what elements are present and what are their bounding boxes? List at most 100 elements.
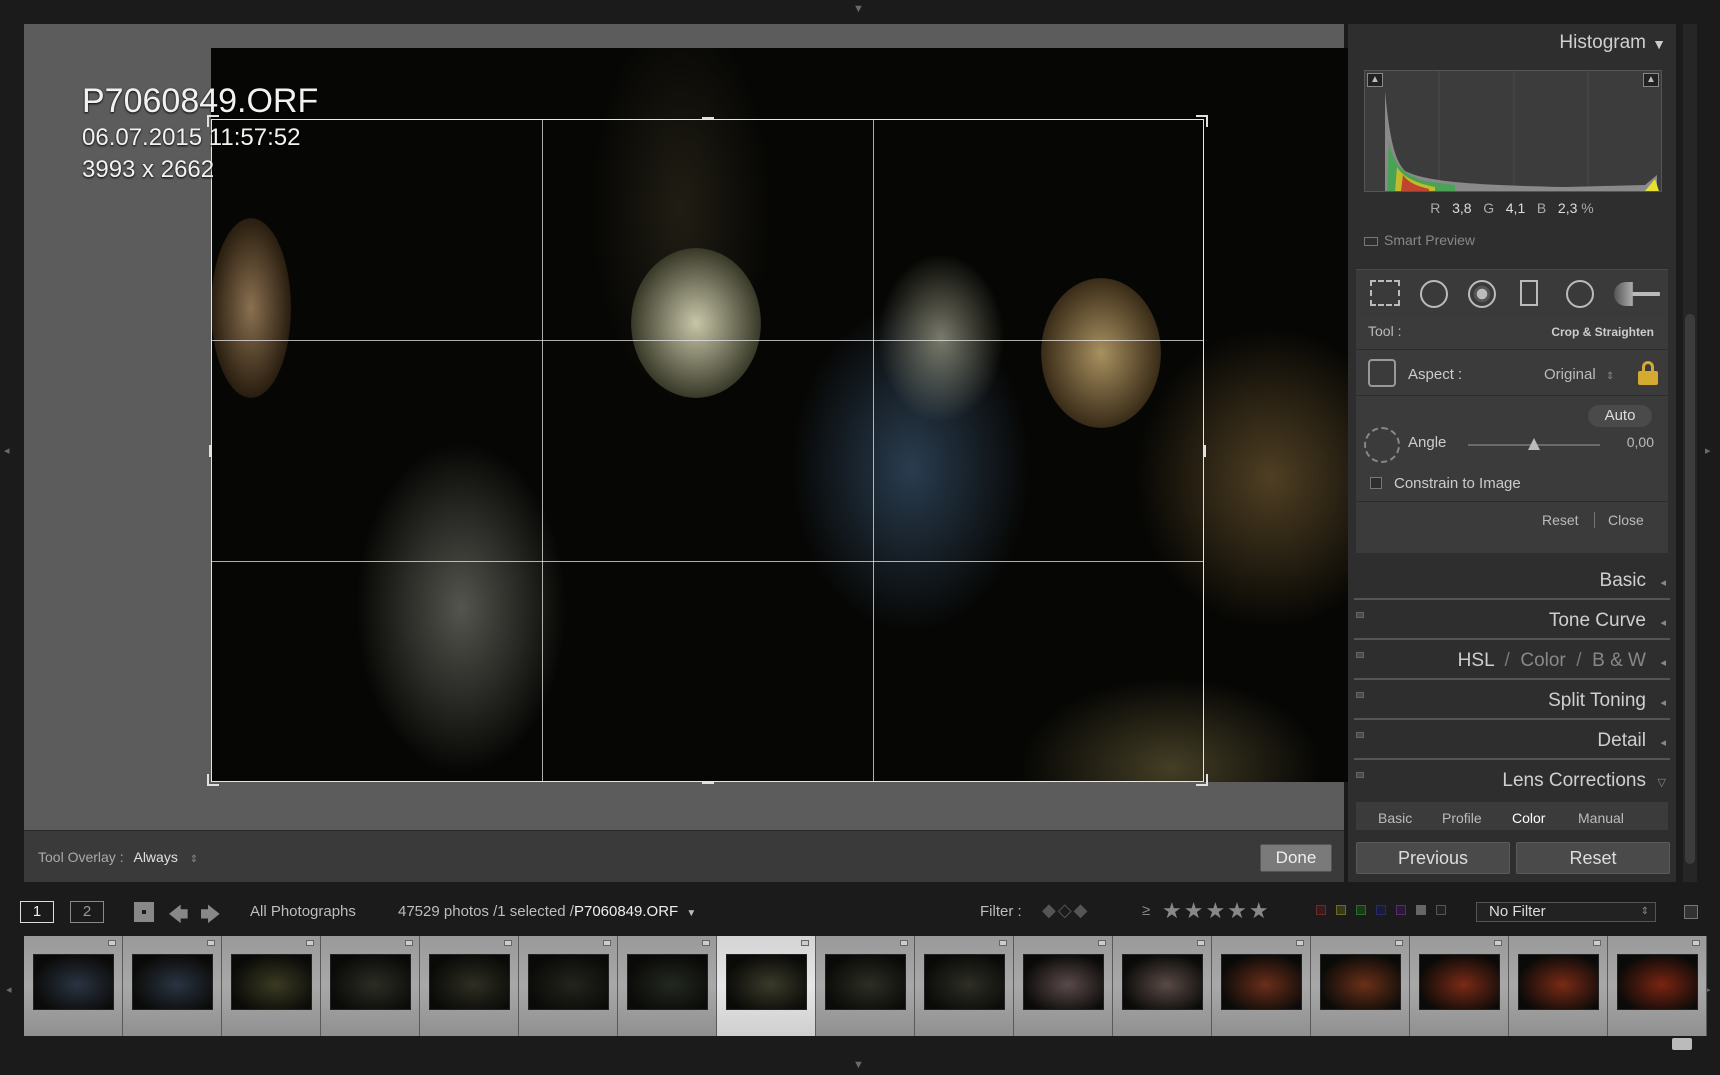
red-eye-icon[interactable]	[1468, 280, 1496, 308]
filmstrip-thumbnail[interactable]	[33, 954, 114, 1010]
expand-triangle-icon[interactable]: ◂	[1660, 736, 1666, 749]
adjustment-brush-icon[interactable]	[1614, 282, 1660, 306]
filmstrip-thumbnail[interactable]	[429, 954, 510, 1010]
filmstrip-cell[interactable]	[222, 936, 321, 1036]
window-1-button[interactable]: 1	[20, 901, 54, 923]
filmstrip[interactable]	[24, 936, 1707, 1036]
filmstrip-cell[interactable]	[123, 936, 222, 1036]
crop-handle-bottom[interactable]	[702, 782, 714, 784]
quick-collection-icon[interactable]	[702, 940, 710, 946]
filmstrip-cell[interactable]	[1608, 936, 1707, 1036]
auto-button[interactable]: Auto	[1588, 405, 1652, 427]
quick-collection-icon[interactable]	[1098, 940, 1106, 946]
filmstrip-cell[interactable]	[1311, 936, 1410, 1036]
crop-reset-button[interactable]: Reset	[1542, 512, 1579, 528]
filmstrip-thumbnail[interactable]	[1221, 954, 1302, 1010]
right-panel-scrollbar[interactable]	[1683, 24, 1697, 882]
crop-handle-bottom-left[interactable]	[207, 774, 219, 786]
window-2-button[interactable]: 2	[70, 901, 104, 923]
lens-tab-profile[interactable]: Profile	[1442, 810, 1482, 826]
quick-collection-icon[interactable]	[1296, 940, 1304, 946]
filmstrip-cell[interactable]	[24, 936, 123, 1036]
filmstrip-cell[interactable]	[816, 936, 915, 1036]
quick-collection-icon[interactable]	[1494, 940, 1502, 946]
expand-triangle-icon[interactable]: ◂	[1660, 616, 1666, 629]
spot-removal-icon[interactable]	[1420, 280, 1448, 308]
filmstrip-thumbnail[interactable]	[726, 954, 807, 1010]
filmstrip-thumbnail[interactable]	[231, 954, 312, 1010]
lock-icon[interactable]	[1638, 361, 1658, 385]
quick-collection-icon[interactable]	[801, 940, 809, 946]
filmstrip-thumbnail[interactable]	[1320, 954, 1401, 1010]
shadow-clipping-icon[interactable]: ▲	[1367, 73, 1383, 87]
filmstrip-cell[interactable]	[1014, 936, 1113, 1036]
crop-frame[interactable]	[207, 115, 1208, 786]
quick-collection-icon[interactable]	[207, 940, 215, 946]
filter-lock-icon[interactable]	[1684, 905, 1698, 919]
quick-collection-icon[interactable]	[900, 940, 908, 946]
filmstrip-thumbnail[interactable]	[330, 954, 411, 1010]
rating-operator[interactable]: ≥	[1142, 902, 1150, 919]
highlight-clipping-icon[interactable]: ▲	[1643, 73, 1659, 87]
color-label-filter[interactable]	[1316, 905, 1456, 917]
custom-label-icon[interactable]	[1416, 905, 1426, 915]
filmstrip-cell[interactable]	[915, 936, 1014, 1036]
star-rating-filter[interactable]: ★★★★★	[1162, 898, 1271, 924]
filmstrip-cell[interactable]	[1509, 936, 1608, 1036]
left-panel-toggle-icon[interactable]: ◂	[4, 446, 10, 457]
back-arrow-icon[interactable]: 🡄	[168, 900, 189, 934]
green-label-icon[interactable]	[1356, 905, 1366, 915]
photo-count-label[interactable]: 47529 photos /1 selected /P7060849.ORF ▼	[398, 903, 696, 920]
purple-label-icon[interactable]	[1396, 905, 1406, 915]
crop-icon[interactable]	[1370, 280, 1400, 306]
filmstrip-thumbnail[interactable]	[132, 954, 213, 1010]
filmstrip-thumbnail[interactable]	[1617, 954, 1698, 1010]
crop-frame-tool-icon[interactable]	[1368, 359, 1396, 387]
tool-overlay-control[interactable]: Tool Overlay : Always ⇕	[38, 849, 198, 865]
quick-collection-icon[interactable]	[1197, 940, 1205, 946]
quick-collection-icon[interactable]	[1692, 940, 1700, 946]
previous-button[interactable]: Previous	[1356, 842, 1510, 874]
crop-handle-bottom-right[interactable]	[1196, 774, 1208, 786]
scrollbar-thumb[interactable]	[1685, 314, 1695, 864]
radial-filter-icon[interactable]	[1566, 280, 1594, 308]
filmstrip-cell[interactable]	[1113, 936, 1212, 1036]
top-panel-toggle-icon[interactable]: ▼	[853, 4, 864, 15]
angle-value[interactable]: 0,00	[1627, 434, 1654, 450]
no-label-icon[interactable]	[1436, 905, 1446, 915]
filmstrip-cell[interactable]	[1410, 936, 1509, 1036]
detail-panel-header[interactable]: Detail	[1348, 730, 1676, 752]
done-button[interactable]: Done	[1260, 844, 1332, 872]
filmstrip-cell[interactable]	[321, 936, 420, 1036]
constrain-checkbox[interactable]	[1370, 477, 1382, 489]
filmstrip-thumbnail[interactable]	[1023, 954, 1104, 1010]
hsl-tab[interactable]: HSL	[1458, 650, 1494, 671]
angle-slider-thumb[interactable]	[1528, 438, 1540, 450]
color-tab[interactable]: Color	[1520, 650, 1565, 671]
filmstrip-thumbnail[interactable]	[1518, 954, 1599, 1010]
smart-preview-status[interactable]: Smart Preview	[1364, 232, 1475, 248]
filmstrip-thumbnail[interactable]	[528, 954, 609, 1010]
red-label-icon[interactable]	[1316, 905, 1326, 915]
quick-collection-icon[interactable]	[1395, 940, 1403, 946]
crop-handle-left[interactable]	[209, 445, 211, 457]
right-panel-toggle-icon[interactable]: ▸	[1705, 446, 1711, 457]
filmstrip-thumbnail[interactable]	[1122, 954, 1203, 1010]
collapse-triangle-icon[interactable]: ▽	[1658, 776, 1666, 789]
crop-handle-right[interactable]	[1204, 445, 1206, 457]
grid-view-icon[interactable]	[134, 902, 154, 922]
crop-handle-top[interactable]	[702, 117, 714, 119]
filmstrip-thumbnail[interactable]	[924, 954, 1005, 1010]
filmstrip-cell[interactable]	[519, 936, 618, 1036]
flag-filter-icons[interactable]: ◆◇◆	[1042, 900, 1090, 921]
filmstrip-thumbnail[interactable]	[825, 954, 906, 1010]
filmstrip-thumbnail[interactable]	[627, 954, 708, 1010]
lens-tab-basic[interactable]: Basic	[1378, 810, 1412, 826]
angle-slider[interactable]	[1468, 438, 1600, 450]
forward-arrow-icon[interactable]: 🡆	[200, 900, 221, 934]
filmstrip-cell[interactable]	[618, 936, 717, 1036]
expand-triangle-icon[interactable]: ◂	[1660, 576, 1666, 589]
filter-preset-select[interactable]: No Filter ⇕	[1476, 902, 1656, 922]
quick-collection-icon[interactable]	[306, 940, 314, 946]
bottom-panel-toggle-icon[interactable]: ▼	[853, 1060, 864, 1071]
